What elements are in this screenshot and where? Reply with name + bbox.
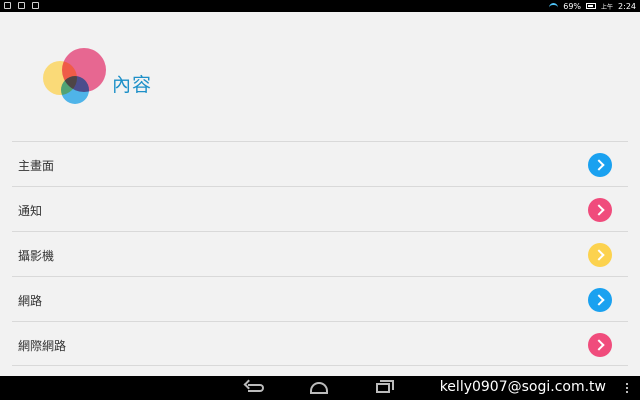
list-item-internet[interactable]: 網際網路 [12,321,628,366]
chevron-right-icon[interactable] [588,153,612,177]
page-title: 內容 [112,74,153,96]
chevron-right-icon[interactable] [588,333,612,357]
recent-apps-icon[interactable] [376,380,394,393]
logo-blue-circle [61,76,89,104]
notification-icons [4,2,39,9]
list-item-notifications[interactable]: 通知 [12,186,628,231]
list-item-camera[interactable]: 攝影機 [12,231,628,276]
list-item-label: 攝影機 [18,249,55,263]
system-status: 69% 上午 2:24 [549,0,636,12]
home-icon[interactable] [310,382,328,394]
list-item-label: 網際網路 [18,339,67,353]
chevron-right-icon[interactable] [588,243,612,267]
clock-ampm: 上午 [601,3,614,11]
chevron-right-icon[interactable] [588,288,612,312]
watermark: kelly0907@sogi.com.tw [439,379,606,395]
list-item-label: 主畫面 [18,159,55,173]
list-item-label: 通知 [18,204,43,218]
battery-percent: 69% [563,1,582,11]
status-bar: 69% 上午 2:24 [0,0,640,12]
overflow-menu-icon[interactable] [626,383,628,385]
settings-list: 主畫面 通知 攝影機 網路 網際網路 [12,141,628,366]
list-item-home-screen[interactable]: 主畫面 [12,141,628,186]
notification-icon [32,2,39,9]
battery-icon [586,3,597,9]
notification-icon [4,2,11,9]
app-logo [40,46,110,108]
wifi-icon [549,2,559,10]
back-icon[interactable] [248,384,264,392]
list-item-network[interactable]: 網路 [12,276,628,321]
chevron-right-icon[interactable] [588,198,612,222]
clock-time: 2:24 [618,1,636,11]
list-item-label: 網路 [18,294,43,308]
notification-icon [18,2,25,9]
